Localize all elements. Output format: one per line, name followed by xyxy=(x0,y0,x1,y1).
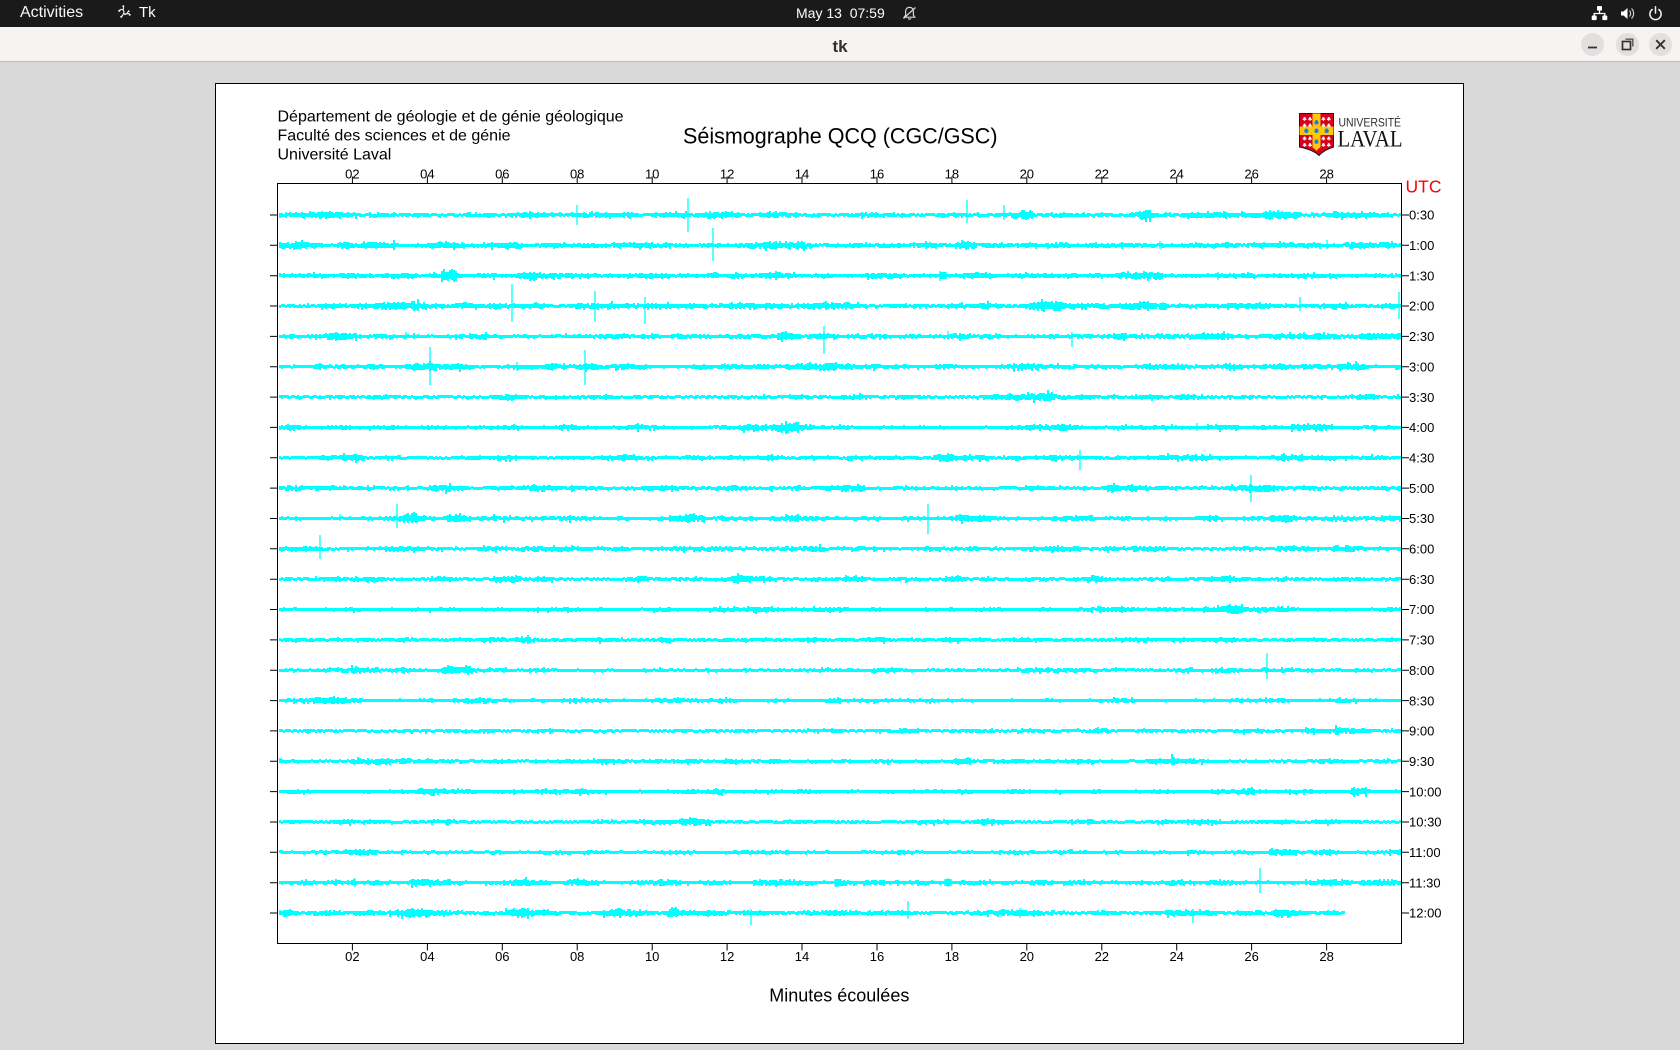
svg-text:04: 04 xyxy=(420,949,434,964)
svg-text:4:30: 4:30 xyxy=(1409,451,1434,466)
svg-text:12: 12 xyxy=(720,166,734,181)
svg-text:24: 24 xyxy=(1169,949,1183,964)
svg-text:8:30: 8:30 xyxy=(1409,693,1434,708)
svg-text:10: 10 xyxy=(645,949,659,964)
svg-text:20: 20 xyxy=(1020,949,1034,964)
svg-text:16: 16 xyxy=(870,166,884,181)
svg-text:9:00: 9:00 xyxy=(1409,724,1434,739)
svg-text:28: 28 xyxy=(1319,949,1333,964)
svg-text:02: 02 xyxy=(345,949,359,964)
svg-text:10:00: 10:00 xyxy=(1409,784,1442,799)
svg-text:Minutes écoulées: Minutes écoulées xyxy=(769,985,909,1005)
svg-text:16: 16 xyxy=(870,949,884,964)
svg-text:0:30: 0:30 xyxy=(1409,208,1434,223)
svg-text:7:00: 7:00 xyxy=(1409,602,1434,617)
svg-text:Séismographe QCQ (CGC/GSC): Séismographe QCQ (CGC/GSC) xyxy=(683,123,998,148)
svg-text:20: 20 xyxy=(1020,166,1034,181)
svg-text:14: 14 xyxy=(795,166,809,181)
svg-text:26: 26 xyxy=(1244,949,1258,964)
svg-text:6:00: 6:00 xyxy=(1409,542,1434,557)
svg-text:2:30: 2:30 xyxy=(1409,329,1434,344)
svg-text:28: 28 xyxy=(1319,166,1333,181)
svg-text:26: 26 xyxy=(1244,166,1258,181)
svg-text:11:30: 11:30 xyxy=(1409,875,1441,890)
svg-text:24: 24 xyxy=(1169,166,1183,181)
svg-text:22: 22 xyxy=(1095,166,1109,181)
svg-text:12: 12 xyxy=(720,949,734,964)
svg-text:14: 14 xyxy=(795,949,809,964)
svg-text:08: 08 xyxy=(570,949,584,964)
svg-text:11:00: 11:00 xyxy=(1409,845,1441,860)
svg-text:4:00: 4:00 xyxy=(1409,420,1434,435)
svg-text:04: 04 xyxy=(420,166,434,181)
svg-text:7:30: 7:30 xyxy=(1409,633,1434,648)
svg-text:10: 10 xyxy=(645,166,659,181)
svg-text:12:00: 12:00 xyxy=(1409,906,1442,921)
svg-text:10:30: 10:30 xyxy=(1409,815,1442,830)
svg-text:LAVAL: LAVAL xyxy=(1338,127,1403,152)
svg-text:06: 06 xyxy=(495,949,509,964)
svg-text:Faculté des sciences et de gén: Faculté des sciences et de génie xyxy=(278,128,511,145)
svg-text:06: 06 xyxy=(495,166,509,181)
svg-text:3:30: 3:30 xyxy=(1409,390,1434,405)
svg-text:2:00: 2:00 xyxy=(1409,299,1434,314)
svg-text:5:30: 5:30 xyxy=(1409,511,1434,526)
svg-text:3:00: 3:00 xyxy=(1409,359,1434,374)
svg-text:5:00: 5:00 xyxy=(1409,481,1434,496)
svg-text:02: 02 xyxy=(345,166,359,181)
svg-text:08: 08 xyxy=(570,166,584,181)
svg-text:Université Laval: Université Laval xyxy=(278,147,392,164)
svg-text:22: 22 xyxy=(1095,949,1109,964)
svg-text:9:30: 9:30 xyxy=(1409,754,1434,769)
svg-text:8:00: 8:00 xyxy=(1409,663,1434,678)
svg-text:UTC: UTC xyxy=(1406,176,1442,196)
svg-text:6:30: 6:30 xyxy=(1409,572,1434,587)
svg-text:1:00: 1:00 xyxy=(1409,238,1434,253)
svg-text:18: 18 xyxy=(945,166,959,181)
svg-text:1:30: 1:30 xyxy=(1409,268,1434,283)
svg-text:Département de géologie et de: Département de géologie et de génie géol… xyxy=(278,108,624,125)
svg-text:18: 18 xyxy=(945,949,959,964)
